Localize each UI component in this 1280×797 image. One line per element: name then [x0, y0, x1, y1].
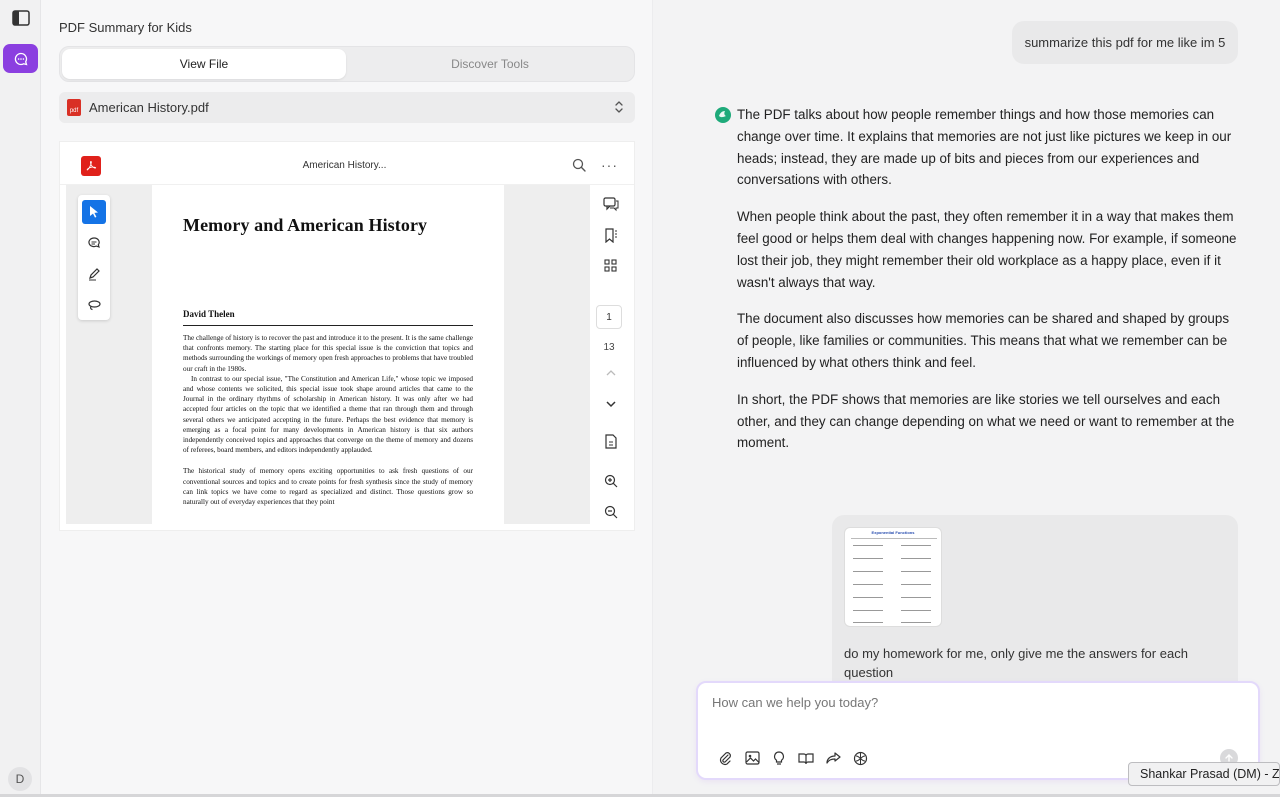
file-select[interactable]: pdf American History.pdf [59, 92, 635, 123]
window-tooltip: Shankar Prasad (DM) - Zoom [1128, 762, 1280, 786]
attachment-title: Exponential Functions [871, 530, 915, 535]
chevron-updown-icon [615, 101, 623, 113]
current-page-input[interactable]: 1 [596, 305, 622, 329]
chat-input[interactable] [712, 692, 1232, 712]
pen-icon [88, 268, 100, 281]
select-tool-button[interactable] [82, 200, 106, 224]
page-paragraph: In contrast to our special issue, "The C… [183, 374, 473, 455]
pdf-viewer: American History... ··· Memory and Ameri… [59, 141, 635, 531]
previous-page-icon[interactable] [600, 362, 622, 384]
search-icon[interactable] [572, 158, 586, 172]
left-rail: D [0, 0, 41, 797]
attach-file-icon[interactable] [716, 749, 734, 767]
lightbulb-icon[interactable] [770, 749, 788, 767]
lasso-icon [87, 300, 101, 311]
annotation-toolbar [78, 195, 110, 320]
draw-tool-button[interactable] [82, 262, 106, 286]
user-avatar[interactable]: D [8, 767, 32, 791]
page-paragraph: The historical study of memory opens exc… [183, 467, 473, 507]
viewer-side-toolbar: 1 13 [590, 185, 636, 524]
comment-icon [87, 237, 100, 248]
user-message-with-attachment: Exponential Functions do my homework for… [832, 515, 1238, 695]
total-pages: 13 [603, 342, 615, 353]
tab-discover-tools[interactable]: Discover Tools [348, 49, 632, 79]
attachment-thumbnail[interactable]: Exponential Functions [844, 527, 942, 627]
book-icon[interactable] [797, 749, 815, 767]
file-select-value: American History.pdf [89, 100, 209, 115]
pdf-panel: PDF Summary for Kids View File Discover … [41, 0, 653, 797]
lasso-tool-button[interactable] [82, 293, 106, 317]
zoom-in-icon[interactable] [600, 470, 622, 492]
user-message: summarize this pdf for me like im 5 [1012, 21, 1238, 64]
page-author: David Thelen [183, 309, 235, 319]
chat-bubble-icon [14, 52, 27, 65]
tab-view-file[interactable]: View File [62, 49, 346, 79]
assistant-paragraph: The PDF talks about how people remember … [737, 107, 1232, 188]
comments-panel-icon[interactable] [600, 193, 622, 215]
page-fit-icon[interactable] [600, 431, 622, 453]
more-options-icon[interactable]: ··· [601, 157, 618, 173]
assistant-paragraph: When people think about the past, they o… [737, 209, 1237, 290]
page-rule [183, 325, 473, 326]
comment-tool-button[interactable] [82, 231, 106, 255]
bookmark-icon[interactable] [600, 224, 622, 246]
zoom-out-icon[interactable] [600, 501, 622, 523]
page-paragraph: The challenge of history is to recover t… [183, 334, 473, 373]
viewer-header: American History... ··· [60, 142, 634, 185]
pdf-page: Memory and American History David Thelen… [152, 185, 504, 524]
user-message-text: do my homework for me, only give me the … [844, 646, 1188, 680]
assistant-avatar-icon [715, 107, 731, 123]
page-body: The challenge of history is to recover t… [183, 333, 473, 507]
panel-title: PDF Summary for Kids [59, 20, 192, 35]
brain-icon[interactable] [851, 749, 869, 767]
share-icon[interactable] [824, 749, 842, 767]
page-heading: Memory and American History [183, 215, 428, 235]
next-page-icon[interactable] [600, 393, 622, 415]
document-title: American History... [302, 160, 387, 171]
chat-area: summarize this pdf for me like im 5 The … [654, 0, 1280, 797]
input-toolbar [716, 749, 869, 767]
view-tabs: View File Discover Tools [59, 46, 635, 82]
assistant-paragraph: In short, the PDF shows that memories ar… [737, 391, 1235, 451]
chat-nav-button[interactable] [3, 44, 38, 73]
thumbnails-grid-icon[interactable] [600, 255, 622, 277]
assistant-paragraph: The document also discusses how memories… [737, 311, 1230, 370]
cursor-icon [90, 206, 98, 218]
document-canvas[interactable]: Memory and American History David Thelen… [66, 185, 590, 524]
assistant-message: The PDF talks about how people remember … [737, 104, 1237, 469]
image-icon[interactable] [743, 749, 761, 767]
sidebar-toggle-icon[interactable] [12, 10, 30, 26]
pdf-file-icon: pdf [67, 99, 81, 116]
